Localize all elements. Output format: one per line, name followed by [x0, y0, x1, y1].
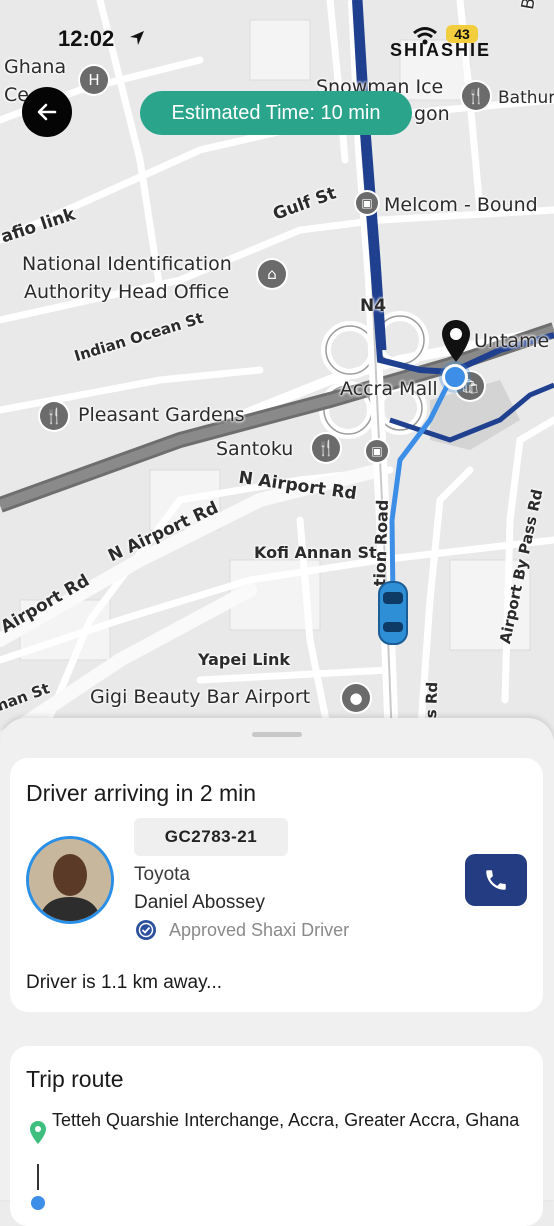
- map-label-nia-1: National Identification: [22, 253, 232, 275]
- location-arrow-icon: [130, 31, 144, 45]
- driver-card-title: Driver arriving in 2 min: [26, 780, 257, 806]
- map-label-melcom: Melcom - Bound: [384, 194, 538, 216]
- government-icon[interactable]: ⌂: [258, 260, 286, 288]
- map-label-n4: N4: [360, 296, 387, 316]
- driver-name: Daniel Abossey: [134, 892, 265, 913]
- restaurant-icon[interactable]: 🍴: [312, 434, 340, 462]
- license-plate: GC2783-21: [134, 818, 288, 856]
- back-button[interactable]: [22, 87, 72, 137]
- map-label-bathur: Bathur: [498, 88, 554, 108]
- map-label-gigi: Gigi Beauty Bar Airport: [90, 686, 311, 708]
- driver-photo: [29, 839, 111, 921]
- map-label-kofi: Kofi Annan St: [254, 543, 377, 562]
- driver-distance: Driver is 1.1 km away...: [26, 972, 223, 993]
- map-label-s-rd: s Rd: [422, 681, 442, 719]
- car-icon: [378, 581, 408, 645]
- map-label-accra-mall: Accra Mall: [340, 378, 438, 400]
- estimated-time-pill: Estimated Time: 10 min: [140, 91, 412, 135]
- place-icon[interactable]: ●: [342, 684, 370, 712]
- restaurant-icon[interactable]: 🍴: [462, 82, 490, 110]
- bus-stop-icon[interactable]: ▣: [356, 192, 378, 214]
- arrow-left-icon: [37, 103, 57, 121]
- dropoff-dot-icon: [31, 1196, 45, 1210]
- map-label-santoku: Santoku: [216, 438, 294, 460]
- map-label-untame: Untame: [474, 330, 550, 352]
- map-label-yapei: Yapei Link: [198, 650, 290, 669]
- route-connector-line: [37, 1164, 39, 1190]
- phone-icon: [486, 870, 506, 890]
- status-time: 12:02: [58, 26, 115, 51]
- pickup-pin-icon: [30, 1121, 46, 1144]
- pickup-address: Tetteh Quarshie Interchange, Accra, Grea…: [52, 1110, 520, 1130]
- verified-badge-icon: [136, 920, 156, 940]
- map-label-gon: gon: [414, 103, 450, 125]
- bottom-sheet[interactable]: Driver arriving in 2 min GC2783-21 Toyot…: [0, 718, 554, 1226]
- map-label-pleasant: Pleasant Gardens: [78, 404, 245, 426]
- hospital-icon[interactable]: H: [80, 66, 108, 94]
- destination-pin-icon[interactable]: [440, 318, 472, 368]
- car-model: Toyota: [134, 864, 190, 885]
- approved-driver-label: Approved Shaxi Driver: [169, 920, 350, 940]
- bus-stop-icon[interactable]: ▣: [366, 440, 388, 462]
- trip-route-title: Trip route: [26, 1066, 124, 1092]
- map-label-nia-2: Authority Head Office: [24, 281, 230, 303]
- sheet-drag-handle[interactable]: [252, 732, 302, 737]
- status-bar: 12:02 43 SHIASHIE: [0, 22, 554, 60]
- driver-card: Driver arriving in 2 min GC2783-21 Toyot…: [10, 758, 543, 1012]
- carrier-name: SHIASHIE: [390, 40, 492, 60]
- map-label-ghana: Ghana: [4, 56, 67, 78]
- call-driver-button[interactable]: [465, 854, 527, 906]
- location-dot-icon: [442, 364, 468, 390]
- driver-avatar[interactable]: [26, 836, 114, 924]
- trip-route-card: Trip route Tetteh Quarshie Interchange, …: [10, 1046, 543, 1226]
- restaurant-icon[interactable]: 🍴: [40, 402, 68, 430]
- map-label-tion-road: tion Road: [370, 499, 393, 587]
